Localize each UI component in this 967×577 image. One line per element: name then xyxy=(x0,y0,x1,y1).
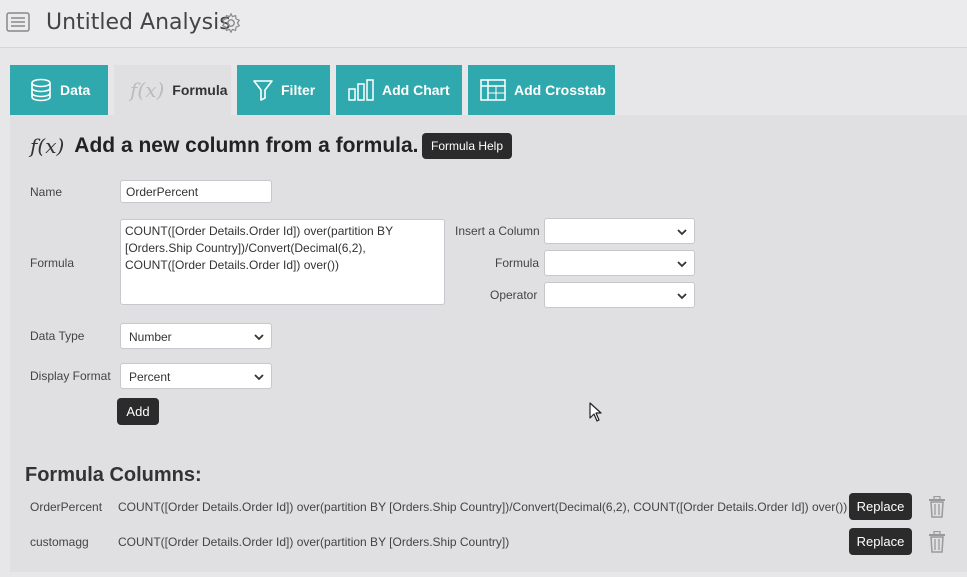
operator-select[interactable] xyxy=(544,282,695,308)
tab-add-chart[interactable]: Add Chart xyxy=(336,65,462,115)
formula-select-label: Formula xyxy=(495,256,540,270)
tab-add-crosstab[interactable]: Add Crosstab xyxy=(468,65,615,115)
page-title: Untitled Analysis xyxy=(46,10,231,35)
tab-formula-label: Formula xyxy=(172,82,228,98)
chevron-down-icon xyxy=(254,374,264,381)
insert-column-label: Insert a Column xyxy=(455,224,540,238)
display-format-label: Display Format xyxy=(30,369,111,383)
formula-column-expression: COUNT([Order Details.Order Id]) over(par… xyxy=(118,535,510,549)
function-icon: f(x) xyxy=(130,78,165,102)
tab-filter[interactable]: Filter xyxy=(237,65,330,115)
operator-label: Operator xyxy=(490,288,538,302)
function-icon: f(x) xyxy=(30,134,65,158)
tab-formula[interactable]: f(x) Formula xyxy=(114,65,231,115)
chevron-down-icon xyxy=(677,229,687,236)
formula-columns-title: Formula Columns: xyxy=(25,464,202,486)
app-header: Untitled Analysis xyxy=(0,0,967,48)
tab-filter-label: Filter xyxy=(281,82,316,98)
data-type-select[interactable]: Number xyxy=(120,323,272,349)
trash-icon[interactable] xyxy=(928,531,946,553)
display-format-value: Percent xyxy=(129,370,171,384)
mouse-cursor-icon xyxy=(589,402,602,422)
formula-textarea[interactable]: COUNT([Order Details.Order Id]) over(par… xyxy=(120,219,445,305)
data-type-value: Number xyxy=(129,330,172,344)
list-item: OrderPercent COUNT([Order Details.Order … xyxy=(10,490,967,525)
form-heading-text: Add a new column from a formula. xyxy=(74,134,419,157)
gear-icon[interactable] xyxy=(220,12,242,34)
chevron-down-icon xyxy=(677,293,687,300)
replace-button[interactable]: Replace xyxy=(849,493,912,520)
tab-data-label: Data xyxy=(60,82,91,98)
formula-label: Formula xyxy=(30,256,75,270)
display-format-select[interactable]: Percent xyxy=(120,363,272,389)
chevron-down-icon xyxy=(677,261,687,268)
tab-add-chart-label: Add Chart xyxy=(382,82,450,98)
formula-select[interactable] xyxy=(544,250,695,276)
database-icon xyxy=(31,78,51,102)
name-field[interactable]: OrderPercent xyxy=(120,180,272,203)
menu-icon[interactable] xyxy=(6,12,30,32)
name-label: Name xyxy=(30,185,63,199)
formula-column-name: customagg xyxy=(30,535,89,549)
formula-column-expression: COUNT([Order Details.Order Id]) over(par… xyxy=(118,500,848,514)
formula-help-button[interactable]: Formula Help xyxy=(422,133,513,159)
tab-add-crosstab-label: Add Crosstab xyxy=(514,82,606,98)
list-item: customagg COUNT([Order Details.Order Id]… xyxy=(10,525,967,560)
filter-icon xyxy=(253,80,273,101)
form-heading: f(x) Add a new column from a formula. xyxy=(30,134,419,158)
bar-chart-icon xyxy=(348,79,374,101)
tab-data[interactable]: Data xyxy=(10,65,108,115)
formula-column-name: OrderPercent xyxy=(30,500,103,514)
table-icon xyxy=(480,79,506,101)
chevron-down-icon xyxy=(254,334,264,341)
data-type-label: Data Type xyxy=(30,329,85,343)
add-button[interactable]: Add xyxy=(117,398,159,425)
trash-icon[interactable] xyxy=(928,496,946,518)
insert-column-select[interactable] xyxy=(544,218,695,244)
replace-button[interactable]: Replace xyxy=(849,528,912,555)
